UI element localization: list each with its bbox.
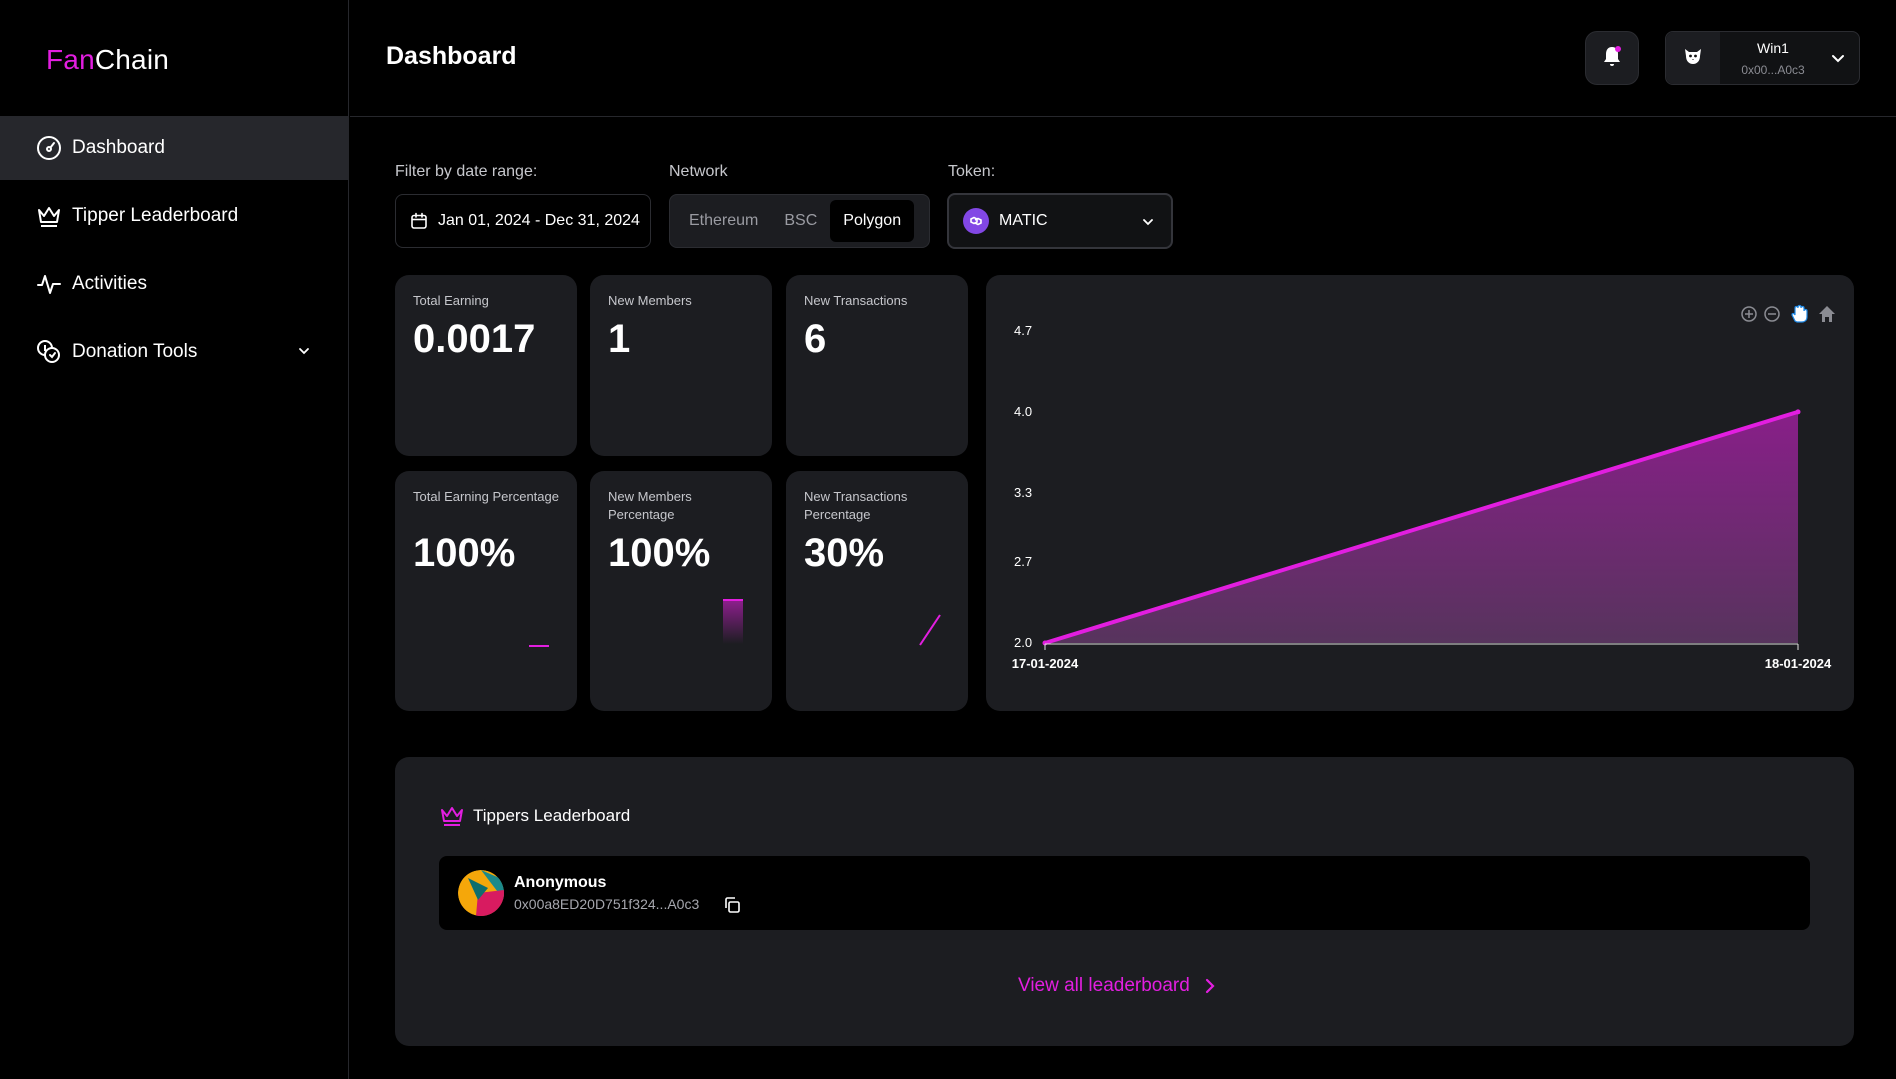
tippers-leaderboard-card: Tippers Leaderboard Anonymous 0x00a8ED20… [395, 757, 1854, 1046]
app-logo[interactable]: FanChain [46, 44, 169, 76]
pan-hand-icon[interactable] [1791, 304, 1808, 323]
wallet-avatar [1666, 32, 1720, 84]
network-label: Network [669, 163, 728, 180]
coins-icon [36, 339, 62, 365]
copy-icon[interactable] [723, 896, 741, 919]
sidebar-nav: Dashboard Tipper Leaderboard Activities … [0, 116, 349, 388]
chevron-down-icon [1829, 50, 1847, 73]
y-tick-label: 3.3 [1014, 485, 1032, 500]
y-tick-label: 4.7 [1014, 323, 1032, 338]
network-selector: Ethereum BSC Polygon [669, 194, 930, 248]
network-tab-polygon[interactable]: Polygon [830, 200, 915, 242]
stat-value: 6 [804, 317, 827, 361]
notifications-button[interactable] [1585, 31, 1639, 85]
bell-icon [1600, 44, 1624, 73]
sidebar-item-dashboard[interactable]: Dashboard [0, 116, 349, 180]
x-tick-label: 18-01-2024 [1765, 656, 1832, 671]
plot-area [1042, 409, 1801, 646]
token-select[interactable]: MATIC [947, 193, 1173, 249]
stat-card-new-members-percentage: New Members Percentage 100% [590, 471, 772, 711]
zoom-out-icon[interactable] [1764, 306, 1780, 322]
stat-label: New Members Percentage [608, 489, 692, 522]
avatar [458, 870, 504, 916]
leaderboard-title-text: Tippers Leaderboard [473, 806, 631, 825]
logo-chain: Chain [94, 44, 170, 75]
stat-card-new-members: New Members 1 [590, 275, 772, 456]
chart-svg: 2.0 2.7 3.3 4.0 4.7 17-01-2024 18-01-2024 [1012, 304, 1835, 671]
logo-fan: Fan [46, 44, 95, 75]
sidebar-item-label: Activities [72, 273, 147, 294]
gauge-icon [36, 135, 62, 161]
stat-label: Total Earning [413, 293, 489, 308]
sidebar-item-tipper-leaderboard[interactable]: Tipper Leaderboard [0, 184, 349, 248]
stat-card-total-earning-percentage: Total Earning Percentage 100% [395, 471, 577, 711]
stat-card-new-transactions-percentage: New Transactions Percentage 30% [786, 471, 968, 711]
leaderboard-title: Tippers Leaderboard [439, 804, 630, 828]
tipper-address: 0x00a8ED20D751f324...A0c3 [514, 896, 700, 912]
stat-value: 100% [608, 531, 711, 575]
sidebar-item-donation-tools[interactable]: Donation Tools [0, 320, 349, 384]
sidebar: FanChain Dashboard Tipper Leaderboard Ac… [0, 0, 349, 1079]
x-tick-label: 17-01-2024 [1012, 656, 1079, 671]
wallet-menu[interactable]: Win1 0x00...A0c3 [1665, 31, 1860, 85]
stat-value: 0.0017 [413, 317, 536, 361]
y-tick-label: 2.0 [1014, 635, 1032, 650]
home-icon[interactable] [1819, 306, 1835, 322]
stat-label: New Members [608, 293, 692, 308]
view-all-label: View all leaderboard [1018, 975, 1190, 996]
chevron-down-icon[interactable] [297, 342, 311, 364]
stat-label: New Transactions Percentage [804, 489, 908, 522]
activity-icon [36, 271, 62, 297]
network-tab-bsc[interactable]: BSC [771, 200, 830, 242]
date-range-value: Jan 01, 2024 - Dec 31, 2024 [438, 212, 640, 229]
token-value: MATIC [999, 212, 1048, 229]
network-tab-ethereum[interactable]: Ethereum [676, 200, 771, 242]
sidebar-item-label: Tipper Leaderboard [72, 205, 239, 226]
stat-card-total-earning: Total Earning 0.0017 [395, 275, 577, 456]
leaderboard-row[interactable]: Anonymous 0x00a8ED20D751f324...A0c3 [439, 856, 1810, 930]
x-axis: 17-01-2024 18-01-2024 [1012, 643, 1832, 671]
cat-icon [1682, 45, 1704, 72]
chevron-right-icon [1204, 977, 1216, 995]
y-axis: 2.0 2.7 3.3 4.0 4.7 [1014, 323, 1032, 650]
zoom-in-icon[interactable] [1741, 306, 1757, 322]
sidebar-item-label: Dashboard [72, 137, 165, 158]
page-title: Dashboard [386, 42, 517, 70]
sidebar-item-label: Donation Tools [72, 341, 198, 362]
sparkline [723, 599, 743, 644]
stat-value: 30% [804, 531, 885, 575]
tipper-name: Anonymous [514, 874, 607, 891]
token-label: Token: [948, 163, 996, 180]
stat-card-new-transactions: New Transactions 6 [786, 275, 968, 456]
calendar-icon [410, 212, 428, 230]
earnings-chart: 2.0 2.7 3.3 4.0 4.7 17-01-2024 18-01-2024 [986, 275, 1854, 711]
data-point[interactable] [1795, 409, 1801, 415]
wallet-name: Win1 [1757, 40, 1789, 56]
chart-toolbar [1741, 304, 1835, 323]
wallet-address: 0x00...A0c3 [1741, 63, 1805, 77]
stat-label: New Transactions [804, 293, 908, 308]
stat-value: 1 [608, 317, 631, 361]
chevron-down-icon [1141, 215, 1155, 234]
sidebar-item-activities[interactable]: Activities [0, 252, 349, 316]
y-tick-label: 2.7 [1014, 554, 1032, 569]
crown-icon [36, 203, 62, 229]
date-range-picker[interactable]: Jan 01, 2024 - Dec 31, 2024 [395, 194, 651, 248]
polygon-token-icon [963, 208, 989, 234]
y-tick-label: 4.0 [1014, 404, 1032, 419]
sparkline [919, 614, 941, 646]
stat-label: Total Earning Percentage [413, 489, 559, 504]
crown-icon [439, 804, 465, 828]
sparkline [529, 645, 549, 647]
view-all-leaderboard-link[interactable]: View all leaderboard [1018, 975, 1216, 997]
date-filter-label: Filter by date range: [395, 163, 538, 180]
app-root: FanChain Dashboard Tipper Leaderboard Ac… [0, 0, 1896, 1079]
top-header: Dashboard Win1 0x00...A0c3 [350, 0, 1896, 117]
stat-value: 100% [413, 531, 516, 575]
